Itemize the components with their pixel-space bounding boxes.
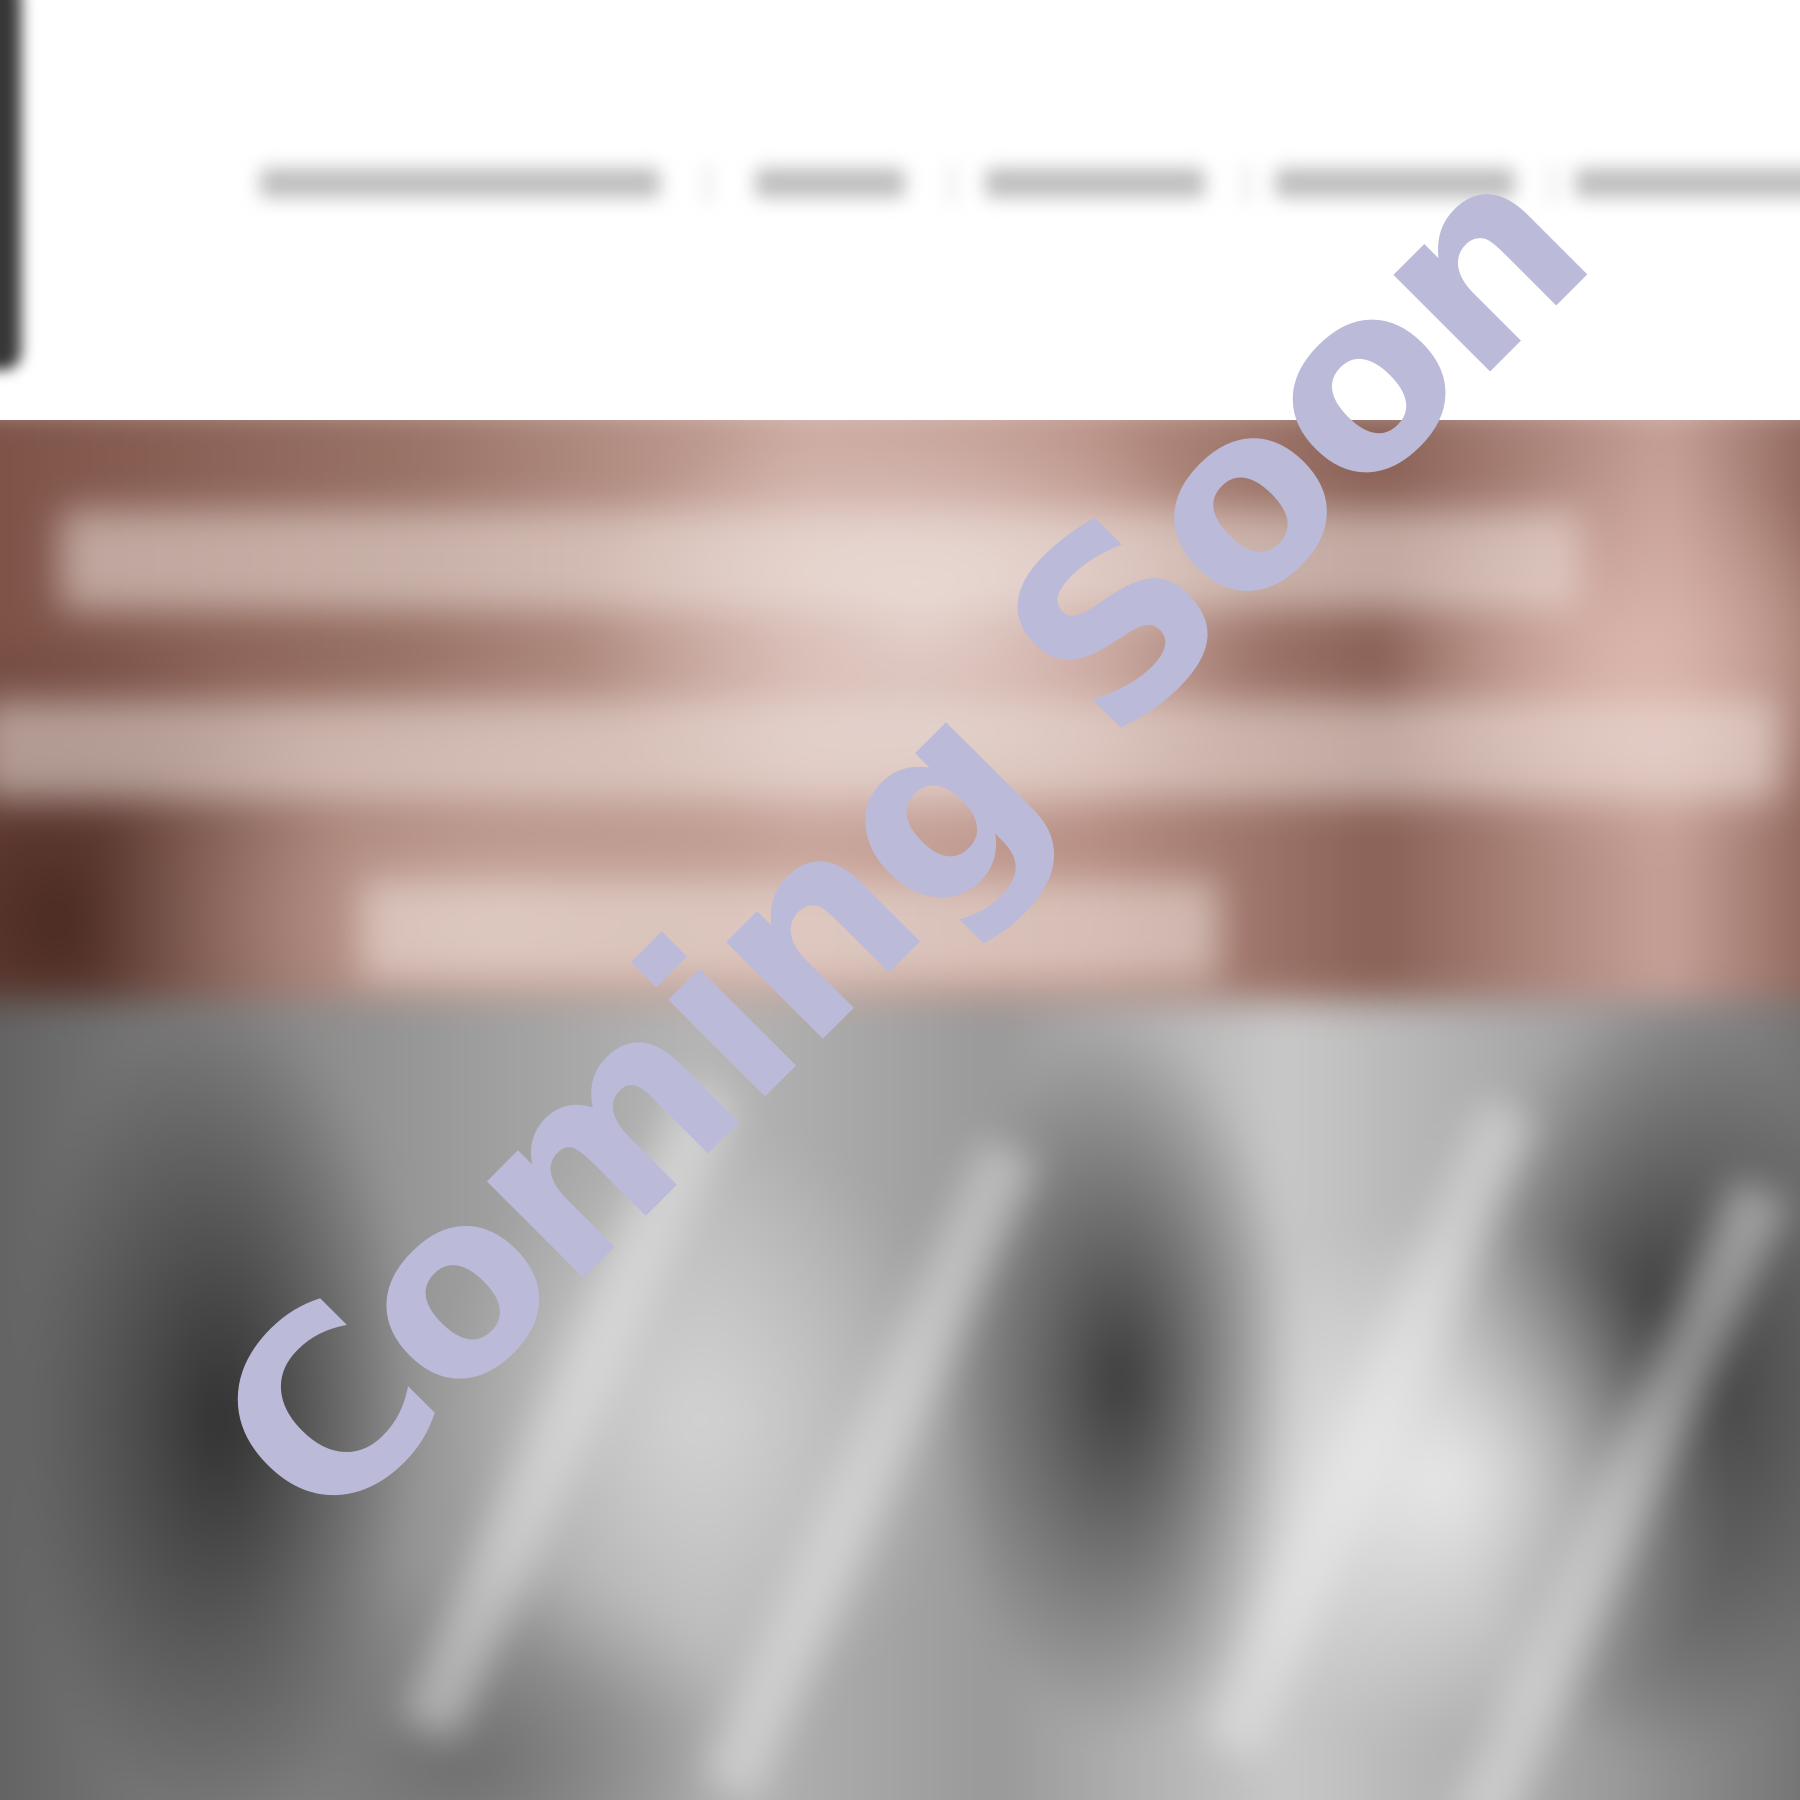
photo-highlight (700, 1138, 1040, 1800)
logo-blurred (0, 0, 22, 370)
nav-item-1-blurred (260, 168, 660, 198)
hero-blurred (0, 420, 1800, 1800)
nav-separator (950, 164, 954, 204)
main-nav-blurred (260, 160, 1800, 208)
photo-highlight (1450, 1178, 1790, 1800)
nav-separator (1550, 164, 1554, 204)
hero-blur-layer (0, 420, 1800, 1800)
nav-item-5-blurred (1575, 168, 1800, 198)
nav-separator (1245, 164, 1249, 204)
nav-separator (705, 164, 709, 204)
photo-highlight (1200, 1098, 1540, 1762)
nav-item-2-blurred (755, 168, 905, 198)
nav-item-3-blurred (985, 168, 1205, 198)
coming-soon-page: Coming Soon (0, 0, 1800, 1800)
